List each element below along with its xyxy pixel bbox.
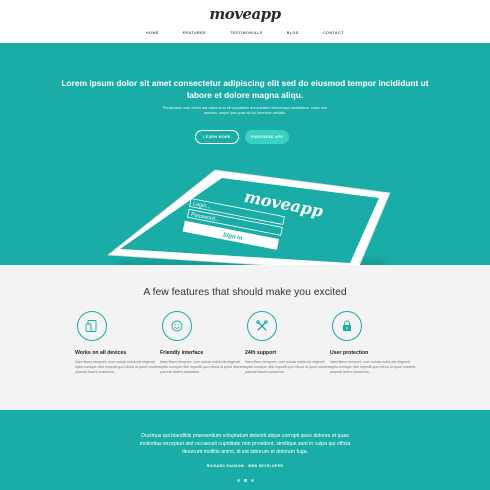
feature-title: 24/h support <box>245 350 277 356</box>
testimonial-section: Ducimus qui blanditiis praesentium volup… <box>0 410 490 490</box>
tablet-illustration: moveapp Login... Password... Sign in <box>106 169 391 265</box>
feature-card: Friendly interface Nam libero tempore, c… <box>160 311 246 376</box>
nav-testimonials[interactable]: TESTIMONIALS <box>230 31 263 35</box>
slider-dot[interactable] <box>250 479 254 482</box>
features-section: A few features that should make you exci… <box>0 265 490 410</box>
lock-icon <box>343 320 351 331</box>
nav-contact[interactable]: CONTACT <box>323 31 344 35</box>
nav-features[interactable]: FEATURES <box>183 31 206 35</box>
feature-icon-circle <box>332 311 362 341</box>
feature-text: Nam libero tempore, cum soluta nobis est… <box>75 360 161 375</box>
smiley-icon <box>171 320 183 332</box>
feature-text: Nam libero tempore, cum soluta nobis est… <box>245 360 331 375</box>
feature-text: Nam libero tempore, cum soluta nobis est… <box>330 360 416 375</box>
feature-title: User protection <box>330 350 369 356</box>
testimonial-quote: Ducimus qui blanditiis praesentium volup… <box>139 433 351 455</box>
feature-icon-circle <box>77 311 107 341</box>
hero-headline: Lorem ipsum dolor sit amet consectetur a… <box>61 78 429 100</box>
testimonial-author: RICHARD RANSOM - WEB DEVELOPER <box>206 464 284 468</box>
slider-dots <box>0 479 490 482</box>
nav-blog[interactable]: BLOG <box>287 31 299 35</box>
feature-title: Friendly interface <box>160 350 204 356</box>
feature-icon-circle <box>162 311 192 341</box>
feature-title: Works on all devices <box>75 350 127 356</box>
feature-card: 24/h support Nam libero tempore, cum sol… <box>245 311 331 376</box>
hero-section: Lorem ipsum dolor sit amet consectetur a… <box>0 43 490 265</box>
tools-icon <box>256 320 268 331</box>
nav-home[interactable]: HOME <box>146 31 159 35</box>
main-nav: HOME FEATURES TESTIMONIALS BLOG CONTACT <box>0 31 490 35</box>
feature-text: Nam libero tempore, cum soluta nobis est… <box>160 360 246 375</box>
feature-icon-circle <box>247 311 277 341</box>
slider-dot-active[interactable] <box>243 479 247 482</box>
feature-card: User protection Nam libero tempore, cum … <box>330 311 416 376</box>
brand-logo[interactable]: moveapp <box>0 5 490 23</box>
devices-icon <box>85 320 97 332</box>
learn-more-button[interactable]: LEARN MORE <box>195 130 239 144</box>
feature-card: Works on all devices Nam libero tempore,… <box>75 311 161 376</box>
slider-dot[interactable] <box>236 479 240 482</box>
top-bar: moveapp HOME FEATURES TESTIMONIALS BLOG … <box>0 0 490 43</box>
hero-subtext: Perspiciatis unde omnis iste natus error… <box>163 106 327 115</box>
purchase-app-button[interactable]: PURCHASE APP <box>245 130 289 144</box>
features-heading: A few features that should make you exci… <box>143 287 347 298</box>
